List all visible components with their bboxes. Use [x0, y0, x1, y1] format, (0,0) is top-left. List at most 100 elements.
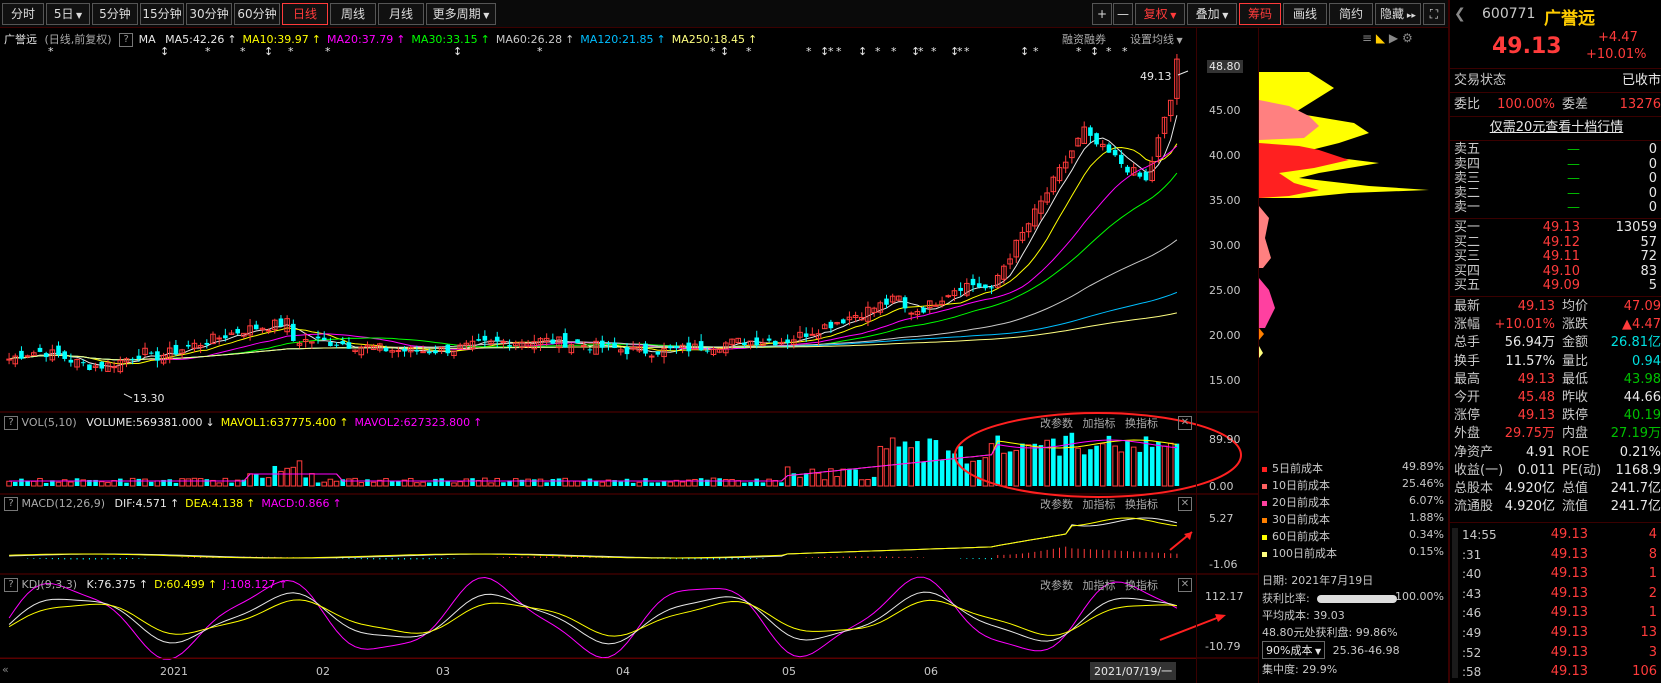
event-star-icon: * — [240, 45, 246, 58]
volume-bar — [1174, 443, 1180, 486]
volume-bar — [1001, 452, 1007, 487]
candle-body — [705, 350, 710, 352]
close-icon[interactable]: ✕ — [1178, 497, 1192, 511]
dropdown-arrow-icon: ▼ — [1219, 11, 1229, 20]
event-star-icon: * — [288, 45, 294, 58]
bid-row[interactable]: 买一 49.13 13059 — [1450, 220, 1661, 235]
stat-row: 外盘 29.75万 内盘 27.19万 — [1454, 426, 1661, 442]
ma-line — [8, 115, 1178, 368]
vol-change-params-button[interactable]: 改参数 — [1040, 417, 1073, 430]
candle-body — [136, 355, 142, 360]
ask-row[interactable]: 卖四 —0 — [1450, 157, 1661, 172]
volume-bar — [946, 450, 951, 486]
kdj-switch-indicator-button[interactable]: 换指标 — [1125, 579, 1158, 592]
candle-body — [445, 344, 451, 354]
candle-body — [62, 351, 67, 359]
avg-cost: 平均成本: 39.03 — [1262, 609, 1345, 622]
volume-bar — [179, 478, 185, 487]
close-icon[interactable]: ✕ — [1178, 416, 1192, 430]
volume-bar — [482, 477, 488, 487]
candle-body — [68, 359, 74, 363]
event-star-icon: * — [710, 45, 716, 58]
ask-row[interactable]: 卖三 —0 — [1450, 171, 1661, 186]
macd-switch-indicator-button[interactable]: 换指标 — [1125, 498, 1158, 511]
kdj-add-indicator-button[interactable]: 加指标 — [1083, 579, 1116, 592]
bid-row[interactable]: 买二 49.12 57 — [1450, 235, 1661, 250]
volume-bar — [129, 477, 136, 487]
vol-panel-buttons[interactable]: 改参数 加指标 换指标 — [1040, 415, 1158, 431]
ask-row[interactable]: 卖一 —0 — [1450, 200, 1661, 215]
chart-svg[interactable]: * ↕ * * ↕ * * ↕ * * ↕ * * ↕* * ↕ * * ↕* * ↕* * ↕ * * ↕ * * 49.13 13… — [0, 28, 1258, 670]
candle-body — [433, 350, 438, 354]
kdj-change-params-button[interactable]: 改参数 — [1040, 579, 1073, 592]
volume-bar — [649, 482, 654, 486]
bid-row[interactable]: 买五 49.09 5 — [1450, 278, 1661, 293]
volume-bar — [840, 468, 847, 487]
period-tab-monthly[interactable]: 月线 — [378, 3, 424, 25]
period-tab-fenshi[interactable]: 分时 — [2, 3, 44, 25]
volume-bars[interactable] — [6, 432, 1180, 487]
period-tab-more[interactable]: 更多周期 ▼ — [426, 3, 496, 25]
simple-button[interactable]: 简约 — [1329, 3, 1373, 25]
candle-body — [599, 340, 605, 348]
volume-bar — [494, 477, 501, 487]
vol-add-indicator-button[interactable]: 加指标 — [1083, 417, 1116, 430]
period-tab-daily[interactable]: 日线 — [282, 3, 328, 25]
period-tab-5day[interactable]: 5日 ▼ — [46, 3, 90, 25]
event-star-icon: * — [891, 45, 897, 58]
volume-bar — [1099, 443, 1106, 487]
volume-bar — [766, 478, 772, 487]
macd-values: DIF:4.571 ↑ DEA:4.138 ↑ MACD:0.866 ↑ — [109, 497, 342, 510]
chip-distribution-chart[interactable] — [1259, 28, 1449, 388]
ten-level-link[interactable]: 仅需20元查看十档行情 — [1450, 119, 1661, 137]
cost-range-select[interactable]: 90%成本 ▼ — [1262, 641, 1326, 659]
ask-row[interactable]: 卖五 —0 — [1450, 142, 1661, 157]
vol-switch-indicator-button[interactable]: 换指标 — [1125, 417, 1158, 430]
candle-body — [1125, 166, 1130, 173]
price-tick: 20.00 — [1209, 329, 1241, 342]
macd-change-params-button[interactable]: 改参数 — [1040, 498, 1073, 511]
tick-row: :46 49.13 1 — [1462, 605, 1657, 621]
cursor-date-tag: 2021/07/19/一 — [1090, 662, 1177, 680]
chip-button[interactable]: 筹码 — [1239, 3, 1281, 25]
draw-line-button[interactable]: 画线 — [1283, 3, 1327, 25]
fullscreen-icon[interactable]: ⛶ — [1423, 3, 1445, 25]
volume-bar — [544, 482, 549, 486]
period-tab-15min[interactable]: 15分钟 — [140, 3, 184, 25]
help-icon[interactable]: ? — [4, 578, 18, 592]
volume-bar — [148, 481, 154, 486]
ask-row[interactable]: 卖二 —0 — [1450, 186, 1661, 201]
zoom-out-button[interactable]: — — [1113, 3, 1133, 25]
kdj-panel-buttons[interactable]: 改参数 加指标 换指标 — [1040, 577, 1158, 593]
volume-bar — [624, 478, 630, 486]
volume-bar — [365, 479, 370, 486]
period-tab-60min[interactable]: 60分钟 — [234, 3, 280, 25]
period-tab-weekly[interactable]: 周线 — [330, 3, 376, 25]
volume-bar — [1149, 446, 1155, 486]
candlesticks[interactable] — [6, 54, 1180, 374]
period-tab-30min[interactable]: 30分钟 — [186, 3, 232, 25]
bid-row[interactable]: 买三 49.11 72 — [1450, 249, 1661, 264]
macd-chart[interactable] — [9, 517, 1178, 560]
zoom-in-button[interactable]: + — [1092, 3, 1112, 25]
volume-bar — [445, 481, 451, 486]
macd-add-indicator-button[interactable]: 加指标 — [1083, 498, 1116, 511]
stock-name: 广誉远 — [1544, 9, 1595, 29]
legend-value: 0.34% — [1409, 528, 1444, 541]
scroll-left-icon[interactable]: « — [2, 663, 9, 676]
help-icon[interactable]: ? — [4, 416, 18, 430]
overlay-button[interactable]: 叠加 ▼ — [1187, 3, 1237, 25]
volume-bar — [587, 478, 593, 486]
fuquan-button[interactable]: 复权 ▼ — [1135, 3, 1185, 25]
macd-panel-buttons[interactable]: 改参数 加指标 换指标 — [1040, 496, 1158, 512]
stat-row: 净资产 4.91 ROE 0.21% — [1454, 444, 1661, 460]
event-markers[interactable]: * ↕ * * ↕ * * ↕ * * ↕ * * ↕* * ↕ * * ↕* * ↕* * ↕ * * ↕ * * — [48, 45, 1128, 58]
help-icon[interactable]: ? — [4, 497, 18, 511]
event-star-icon: * — [537, 45, 543, 58]
period-tab-5min[interactable]: 5分钟 — [92, 3, 138, 25]
collapse-icon[interactable]: ❮ — [1454, 6, 1466, 22]
volume-bar — [167, 479, 173, 486]
close-icon[interactable]: ✕ — [1178, 578, 1192, 592]
hide-button[interactable]: 隐藏 ▸▸ — [1375, 3, 1421, 25]
bid-row[interactable]: 买四 49.10 83 — [1450, 264, 1661, 279]
